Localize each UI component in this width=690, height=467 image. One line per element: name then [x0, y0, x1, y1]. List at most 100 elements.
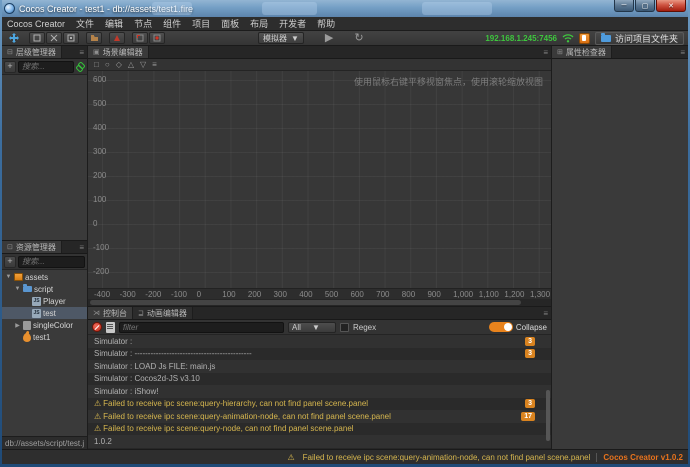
scrollbar-thumb[interactable]	[546, 389, 550, 442]
titlebar-glass-decoration	[152, 2, 192, 15]
tab-animation-editor[interactable]: ⊒ 动画编辑器	[133, 307, 193, 319]
menu-item-9[interactable]: 帮助	[317, 17, 335, 30]
scene-gizmo-tool-icon-5[interactable]: ≡	[152, 60, 157, 70]
console-log-row[interactable]: ⚠ Failed to receive ipc scene:query-node,…	[88, 422, 551, 435]
console-log-row[interactable]: Simulator : ----------------------------…	[88, 347, 551, 360]
close-button[interactable]: ✕	[656, 0, 686, 12]
center-column: ▣ 场景编辑器 ≡ □ ○ ◇ △ ▽ ≡ 使用鼠标右键平移视窗焦点，使用滚轮缩放视图 6…	[88, 46, 552, 449]
scene-gizmo-tool-icon-1[interactable]: ○	[105, 60, 110, 70]
menu-item-1[interactable]: 文件	[76, 17, 94, 30]
app-version-label: Cocos Creator v1.0.2	[603, 452, 683, 462]
scene-gizmo-tool-icon-3[interactable]: △	[128, 60, 134, 70]
menu-item-8[interactable]: 开发者	[279, 17, 306, 30]
console-log-row[interactable]: Simulator : Cocos2d-JS v3.10	[88, 372, 551, 385]
inspector-body	[552, 59, 688, 449]
app-window: Cocos Creator - test1 - db://assets/test…	[0, 0, 690, 467]
asset-name: assets	[25, 272, 49, 282]
console-log-row[interactable]: Simulator : 3	[88, 335, 551, 348]
menu-item-2[interactable]: 编辑	[105, 17, 123, 30]
tab-inspector[interactable]: ⊞ 属性检查器	[552, 46, 612, 58]
window-controls: ─ ▢ ✕	[613, 0, 686, 12]
console-menu-icon[interactable]: ≡	[540, 307, 551, 319]
console-log-row[interactable]: ⚠ Failed to receive ipc scene:query-anima…	[88, 410, 551, 423]
simulator-device-icon[interactable]	[578, 32, 590, 44]
chevron-right-icon[interactable]: ▶	[14, 322, 21, 329]
create-asset-button[interactable]: +	[4, 255, 16, 268]
console-log-row[interactable]: 1.0.2	[88, 435, 551, 448]
ruler-x-label: -200	[145, 290, 162, 299]
scrollbar-thumb[interactable]	[90, 300, 521, 305]
rotate-tool-button[interactable]	[46, 32, 62, 44]
console-vertical-scrollbar[interactable]	[545, 335, 550, 449]
play-button[interactable]: ▶	[325, 33, 333, 44]
assets-search-input[interactable]	[18, 255, 85, 268]
red-triangle-icon	[114, 35, 120, 41]
scene-gizmo-tool-icon-0[interactable]: □	[94, 60, 99, 70]
scale-tool-button[interactable]	[63, 32, 79, 44]
scene-horizontal-scrollbar[interactable]	[88, 299, 551, 306]
pivot-mode-button[interactable]	[109, 32, 125, 44]
scene-gizmo-tool-icon-2[interactable]: ◇	[116, 60, 122, 70]
folder-icon	[600, 32, 611, 42]
main-area: ⊟ 层级管理器 ≡ + ⊡ 资源管理器	[2, 46, 688, 449]
maximize-button[interactable]: ▢	[635, 0, 655, 12]
asset-tree-item-player[interactable]: JS Player	[2, 295, 87, 307]
transform-tool-group	[29, 32, 79, 44]
titlebar-glass-decoration	[262, 2, 317, 15]
console-log-row[interactable]: Simulator : LOAD Js FILE: main.js	[88, 360, 551, 373]
asset-tree-item-test[interactable]: JS test	[2, 307, 87, 319]
scene-tab-icon: ▣	[93, 49, 100, 56]
folder-icon	[23, 284, 32, 292]
tab-assets[interactable]: ⊡ 资源管理器	[2, 241, 62, 253]
grid-square-icon	[67, 34, 75, 42]
open-log-file-icon[interactable]	[106, 321, 115, 333]
asset-tree-item-script[interactable]: ▼ script	[2, 283, 87, 295]
chevron-down-icon[interactable]: ▼	[14, 286, 21, 292]
refresh-button[interactable]: ↻	[354, 33, 363, 44]
move-tool-button[interactable]	[29, 32, 45, 44]
clear-console-button[interactable]	[92, 322, 102, 332]
hierarchy-search-input[interactable]	[18, 60, 74, 73]
assets-menu-icon[interactable]: ≡	[76, 241, 87, 253]
console-log-row[interactable]: Simulator : iShow!	[88, 385, 551, 398]
chevron-down-icon[interactable]: ▼	[5, 274, 12, 280]
collapse-toggle[interactable]	[488, 322, 513, 332]
scene-gizmo-tool-icon-4[interactable]: ▽	[140, 60, 146, 70]
folder-icon	[90, 35, 98, 41]
minimize-button[interactable]: ─	[614, 0, 634, 12]
hierarchy-menu-icon[interactable]: ≡	[76, 46, 87, 58]
menu-item-5[interactable]: 项目	[192, 17, 210, 30]
console-log-row[interactable]: ⚠ Failed to receive ipc scene:query-hiera…	[88, 397, 551, 410]
create-node-button[interactable]: +	[4, 60, 16, 73]
menu-item-4[interactable]: 组件	[163, 17, 181, 30]
tab-hierarchy[interactable]: ⊟ 层级管理器	[2, 46, 62, 58]
open-scene-button[interactable]	[86, 32, 102, 44]
inspector-menu-icon[interactable]: ≡	[677, 46, 688, 58]
tab-scene-editor[interactable]: ▣ 场景编辑器	[88, 46, 149, 58]
asset-tree-item-assets[interactable]: ▼ assets	[2, 271, 87, 283]
anchor-center-button[interactable]	[149, 32, 165, 44]
open-project-folder-button[interactable]: 访问项目文件夹	[594, 31, 684, 45]
menu-item-7[interactable]: 布局	[250, 17, 268, 30]
log-level-dropdown[interactable]: All ▼	[288, 321, 336, 333]
console-filter-input[interactable]	[119, 321, 284, 333]
hierarchy-tree-body[interactable]	[2, 75, 87, 240]
scene-hint-text: 使用鼠标右键平移视窗焦点，使用滚轮缩放视图	[353, 77, 543, 87]
anchor-corner-button[interactable]	[132, 32, 148, 44]
tab-console[interactable]: ⋊ 控制台	[88, 307, 133, 319]
file-icon	[23, 320, 31, 330]
scene-canvas[interactable]: 使用鼠标右键平移视窗焦点，使用滚轮缩放视图 600 500 400 300 200 100…	[88, 71, 551, 288]
ruler-y-label: 200	[93, 171, 107, 180]
run-target-dropdown[interactable]: 模拟器 ▼	[258, 32, 304, 44]
select-move-tool-button[interactable]	[6, 32, 22, 44]
scene-menu-icon[interactable]: ≡	[540, 46, 551, 58]
ruler-x-label: 1,200	[504, 290, 525, 299]
menu-item-6[interactable]: 面板	[221, 17, 239, 30]
menu-item-3[interactable]: 节点	[134, 17, 152, 30]
asset-tree-item-test1[interactable]: test1	[2, 331, 87, 343]
ruler-y-label: -200	[93, 267, 110, 276]
asset-tree-item-singlecolor[interactable]: ▶ singleColor	[2, 319, 87, 331]
menu-item-0[interactable]: Cocos Creator	[7, 19, 65, 29]
regex-checkbox[interactable]	[340, 322, 349, 332]
asset-name: singleColor	[33, 320, 74, 330]
